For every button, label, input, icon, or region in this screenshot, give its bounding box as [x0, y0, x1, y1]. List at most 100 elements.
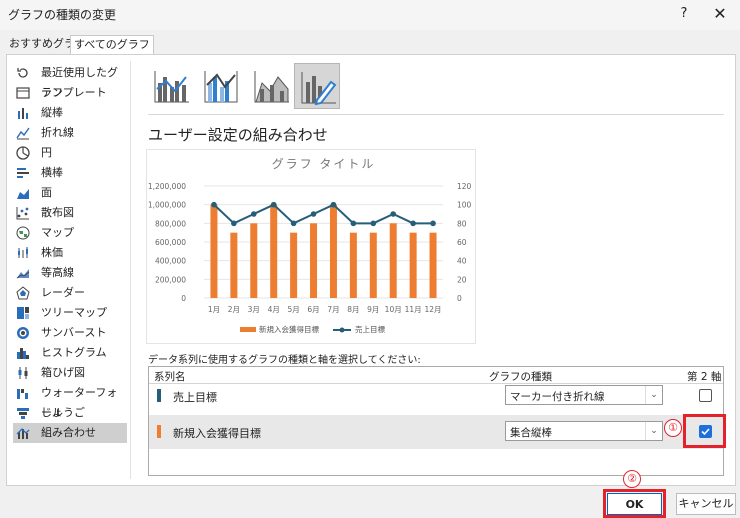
sidebar-item-label: 円	[41, 146, 52, 159]
series-name: 売上目標	[173, 391, 217, 404]
scatter-chart-icon	[16, 207, 29, 220]
series-color-swatch	[157, 425, 161, 438]
recent-icon	[17, 68, 28, 78]
line-point	[370, 220, 377, 227]
y2-tick-label: 40	[457, 257, 467, 266]
area-chart-icon	[17, 189, 29, 199]
box-whisker-icon	[18, 367, 28, 379]
line-point	[270, 201, 277, 208]
sidebar-item-label: 等高線	[41, 266, 74, 279]
table-row: 新規入会獲得目標 集合縦棒 ⌄	[149, 415, 723, 449]
funnel-icon	[17, 408, 29, 419]
bar	[389, 223, 397, 298]
legend-marker	[339, 327, 345, 333]
map-chart-icon	[16, 226, 30, 240]
sidebar-item-label: 箱ひげ図	[41, 366, 85, 379]
sidebar-item-pie[interactable]: 円	[13, 143, 127, 163]
sidebar-item-stock[interactable]: 株価	[13, 243, 127, 263]
chart-svg: グラフ タイトル 0 200,000 400,000 600,000 800,000 1,0…	[148, 157, 472, 334]
close-button[interactable]: ✕	[710, 3, 730, 25]
line-point	[410, 220, 416, 227]
series-color-swatch	[157, 389, 161, 402]
sidebar-item-histogram[interactable]: ヒストグラム	[13, 343, 127, 363]
sidebar-item-area[interactable]: 面	[13, 183, 127, 203]
sidebar-item-line[interactable]: 折れ線	[13, 123, 127, 143]
line-point	[231, 220, 237, 227]
cancel-button[interactable]: キャンセル	[676, 493, 736, 515]
bar	[409, 232, 417, 298]
combo-chart-icon	[16, 428, 30, 439]
line-point	[250, 211, 257, 217]
sidebar-item-sunburst[interactable]: サンバースト	[13, 323, 127, 343]
line-chart-icon	[16, 127, 30, 140]
tab-all-charts[interactable]: すべてのグラフ	[70, 35, 154, 54]
sidebar-item-label: ツリーマップ	[41, 306, 107, 319]
bar	[429, 232, 437, 298]
sidebar-item-funnel[interactable]: じょうご	[13, 403, 127, 423]
sidebar-item-label: サンバースト	[41, 326, 107, 339]
sidebar-item-map[interactable]: マップ	[13, 223, 127, 243]
bar	[290, 232, 298, 298]
combo-area-column-icon	[254, 71, 289, 103]
chart-type-value: 集合縦棒	[510, 427, 552, 439]
subtype-clustered-column-line-secondary[interactable]	[198, 63, 244, 109]
y2-tick-label: 60	[457, 238, 467, 247]
sidebar-item-combo[interactable]: 組み合わせ	[13, 423, 127, 443]
series-table: 系列名 グラフの種類 第 2 軸 売上目標 マーカー付き折れ線 ⌄ 新規入会獲得…	[148, 366, 724, 476]
subtype-stacked-area-column[interactable]	[248, 63, 294, 109]
waterfall-icon	[17, 389, 28, 399]
sidebar-item-box-whisker[interactable]: 箱ひげ図	[13, 363, 127, 383]
y-tick-label: 1,200,000	[148, 182, 186, 191]
secondary-axis-checkbox[interactable]	[699, 389, 712, 402]
bar	[230, 232, 238, 298]
y2-tick-label: 80	[457, 219, 467, 228]
chevron-down-icon: ⌄	[645, 386, 662, 404]
sidebar-item-waterfall[interactable]: ウォーターフォール	[13, 383, 127, 419]
x-tick-label: 11月	[405, 305, 422, 314]
chart-type-value: マーカー付き折れ線	[510, 391, 605, 403]
sunburst-icon	[17, 327, 29, 339]
line-point	[310, 211, 317, 217]
dialog-title: グラフの種類の変更	[8, 8, 117, 22]
annotation-step-2: ②	[623, 470, 641, 488]
bar	[369, 232, 377, 298]
sidebar-item-label: 横棒	[41, 166, 63, 179]
sidebar-item-label: 株価	[41, 246, 63, 259]
line-point	[350, 220, 357, 227]
x-tick-label: 3月	[248, 305, 260, 314]
sidebar-item-treemap[interactable]: ツリーマップ	[13, 303, 127, 323]
ok-button[interactable]: OK	[607, 493, 662, 515]
table-row: 売上目標 マーカー付き折れ線 ⌄	[149, 379, 723, 413]
highlight-secondary-axis	[683, 414, 726, 448]
help-button[interactable]: ?	[674, 3, 694, 25]
subtype-custom-combination[interactable]	[294, 63, 340, 109]
x-tick-label: 2月	[228, 305, 240, 314]
line-point	[430, 220, 436, 227]
line-point	[211, 201, 217, 208]
sidebar-item-label: 折れ線	[41, 126, 74, 139]
y-tick-label: 400,000	[155, 257, 186, 266]
subtype-clustered-column-line[interactable]	[148, 63, 194, 109]
chart-type-dropdown[interactable]: マーカー付き折れ線 ⌄	[505, 385, 663, 405]
sidebar-item-recent[interactable]: 最近使用したグラフ	[13, 63, 127, 99]
line-point	[330, 201, 337, 208]
sidebar-item-scatter[interactable]: 散布図	[13, 203, 127, 223]
y-tick-label: 600,000	[155, 238, 186, 247]
treemap-icon	[17, 307, 29, 319]
legend-label: 新規入会獲得目標	[259, 324, 319, 334]
sidebar-item-label: 組み合わせ	[41, 426, 96, 439]
x-tick-label: 5月	[287, 305, 299, 314]
x-tick-label: 10月	[385, 305, 402, 314]
combo-column-line-icon	[154, 71, 189, 103]
sidebar-item-column[interactable]: 縦棒	[13, 103, 127, 123]
bar	[270, 204, 278, 298]
sidebar-item-surface[interactable]: 等高線	[13, 263, 127, 283]
x-tick-label: 4月	[268, 305, 280, 314]
x-tick-label: 6月	[307, 305, 319, 314]
chart-type-dropdown[interactable]: 集合縦棒 ⌄	[505, 421, 663, 441]
sidebar-item-bar[interactable]: 横棒	[13, 163, 127, 183]
sidebar-item-radar[interactable]: レーダー	[13, 283, 127, 303]
sidebar-item-template[interactable]: テンプレート	[13, 83, 127, 103]
template-icon	[16, 87, 30, 99]
y2-tick-label: 120	[457, 182, 472, 191]
